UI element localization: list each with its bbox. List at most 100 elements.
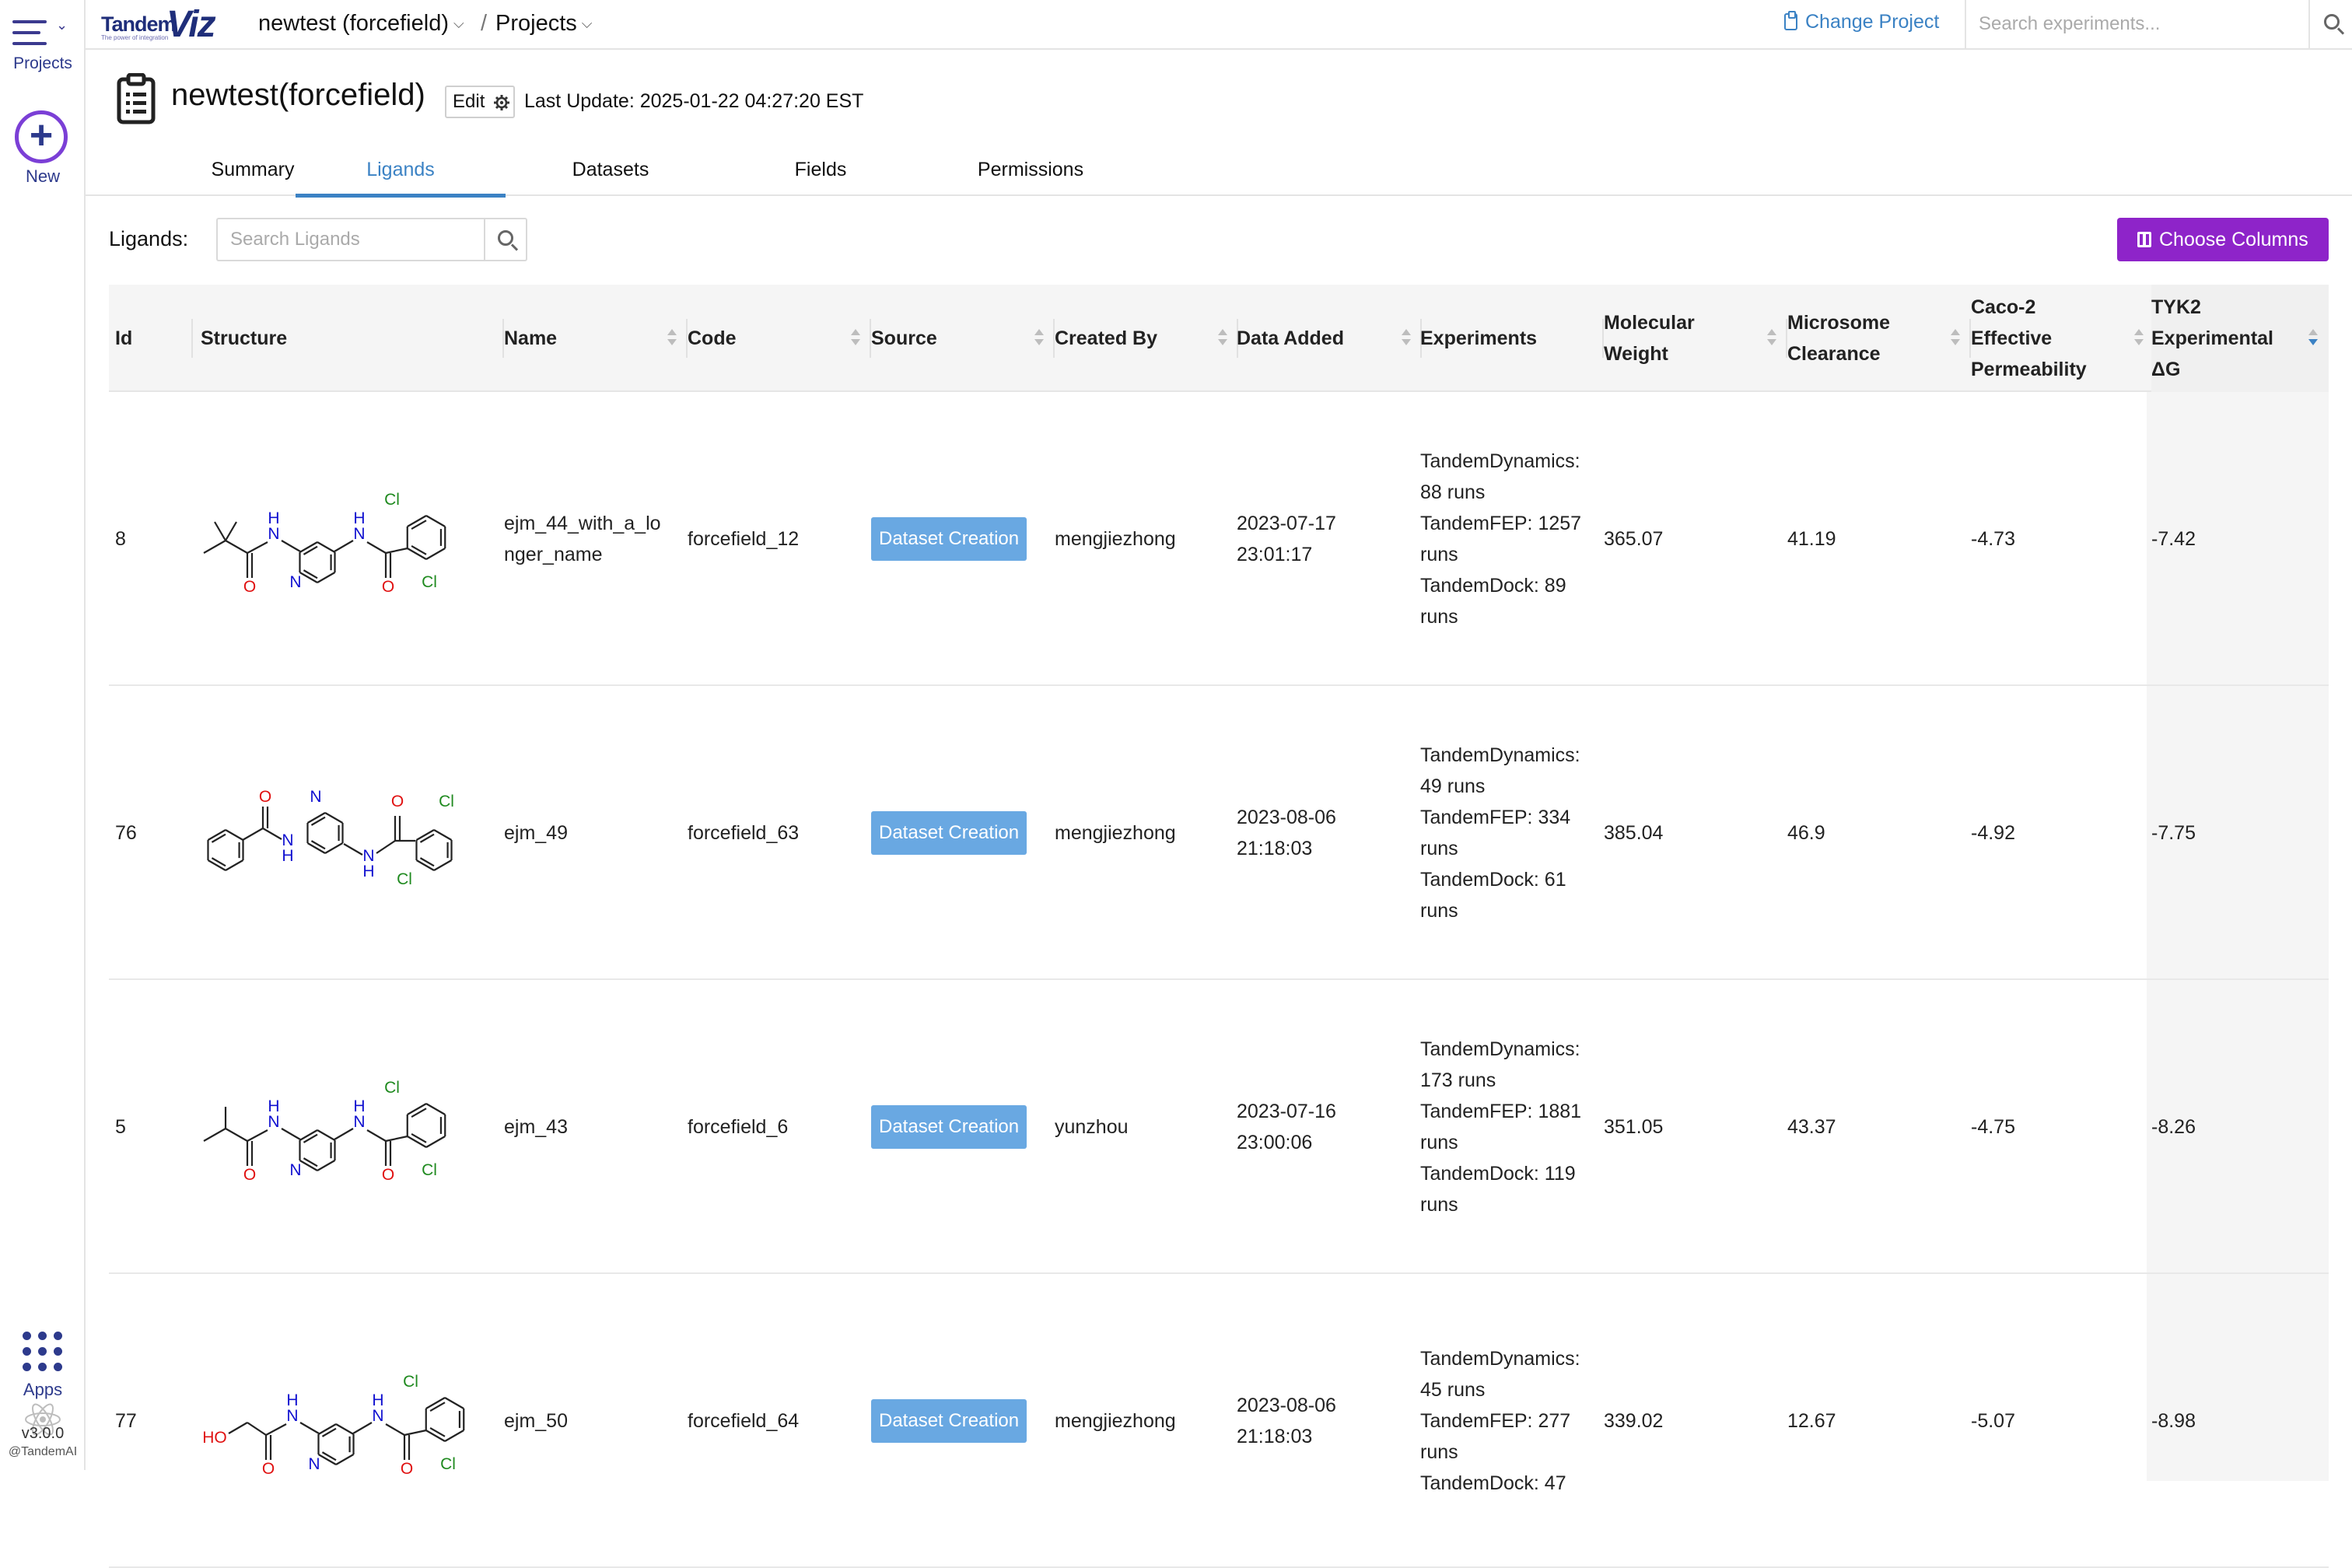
change-project-link[interactable]: Change Project — [1784, 11, 1939, 33]
clipboard-icon — [117, 73, 156, 124]
bond-line — [343, 843, 363, 856]
header-molecular-weight[interactable]: Molecular Weight — [1604, 285, 1787, 392]
molecule-structure[interactable]: ONHNNHOClCl — [201, 779, 473, 887]
choose-columns-button[interactable]: Choose Columns — [2117, 218, 2329, 261]
cell-source: Dataset Creation — [871, 980, 1055, 1274]
atom-label: N — [289, 573, 301, 591]
sort-icon[interactable] — [1951, 329, 1960, 348]
atom-label: O — [259, 788, 271, 806]
atom-label: N — [268, 525, 279, 543]
header-tyk-line1: TYK2 — [2151, 296, 2201, 318]
cell-experiments: TandemDynamics: 88 runs TandemFEP: 1257 … — [1420, 392, 1604, 686]
cell-created-by: mengjiezhong — [1055, 1274, 1238, 1568]
header-tyk-line3: ΔG — [2151, 359, 2181, 380]
experiment-search-button[interactable] — [2308, 0, 2352, 48]
header-mc-line2: Clearance — [1787, 343, 1881, 365]
header-name[interactable]: Name — [504, 285, 688, 392]
apps-label: Apps — [23, 1380, 63, 1399]
molecule-structure[interactable]: HOONHNNHOClCl — [201, 1367, 473, 1475]
molecule-structure[interactable]: ONHNNHOClCl — [201, 1073, 473, 1181]
sort-icon[interactable] — [667, 329, 677, 348]
cell-caco2: -4.75 — [1971, 980, 2154, 1274]
experiment-search-input[interactable] — [1966, 0, 2308, 48]
header-mc-line1: Microsome — [1787, 312, 1890, 334]
header-id-label: Id — [115, 327, 133, 349]
bond-line — [303, 1157, 318, 1167]
table-row[interactable]: 5 O N H N N H O Cl Cl ejm_43 forcefield_6 Datase… — [109, 980, 2329, 1274]
bond-line — [433, 829, 453, 841]
created-by-text: yunzhou — [1055, 1116, 1129, 1138]
mc-text: 46.9 — [1787, 822, 1825, 844]
ligands-label: Ligands: — [109, 227, 189, 250]
tab-fields[interactable]: Fields — [716, 159, 926, 196]
bond-line — [317, 1160, 336, 1171]
atom-label: O — [391, 793, 404, 810]
cell-tyk2-dg: -8.26 — [2151, 980, 2329, 1274]
tab-datasets[interactable]: Datasets — [506, 159, 716, 196]
atom-label: N — [353, 1113, 365, 1131]
ligand-search-button[interactable] — [484, 219, 527, 260]
experiment-search — [1965, 0, 2352, 48]
source-badge[interactable]: Dataset Creation — [871, 517, 1027, 561]
apps-button[interactable]: Apps — [0, 1327, 86, 1405]
breadcrumb-project[interactable]: newtest (forcefield) ⌵ — [258, 11, 464, 37]
tab-ligands[interactable]: Ligands — [296, 159, 506, 198]
header-caco2-permeability[interactable]: Caco-2 Effective Permeability — [1971, 285, 2154, 392]
source-badge[interactable]: Dataset Creation — [871, 1399, 1027, 1443]
cell-molecular-weight: 339.02 — [1604, 1274, 1787, 1568]
mw-text: 365.07 — [1604, 528, 1664, 550]
header-id[interactable]: Id — [115, 285, 193, 392]
bond-line — [366, 1129, 387, 1142]
tandemviz-logo[interactable]: Tandem Viz The power of integration — [101, 4, 241, 45]
ligand-search-input[interactable] — [218, 219, 482, 260]
date-text: 2023-07-17 — [1237, 513, 1336, 534]
sort-icon[interactable] — [1402, 329, 1411, 348]
bond-line — [419, 857, 435, 867]
header-created-by[interactable]: Created By — [1055, 285, 1238, 392]
sort-desc-icon[interactable] — [2308, 329, 2318, 348]
cell-microsome-clearance: 46.9 — [1787, 686, 1971, 980]
experiments-line: runs — [1420, 1441, 1458, 1463]
header-name-label: Name — [504, 327, 558, 349]
header-code[interactable]: Code — [688, 285, 871, 392]
time-text: 23:00:06 — [1237, 1132, 1313, 1153]
bond-line — [203, 540, 226, 554]
date-text: 2023-07-16 — [1237, 1101, 1336, 1122]
header-source[interactable]: Source — [871, 285, 1055, 392]
atom-label: O — [401, 1460, 413, 1475]
header-experiments[interactable]: Experiments — [1420, 285, 1604, 392]
sort-icon[interactable] — [1034, 329, 1044, 348]
header-structure[interactable]: Structure — [193, 285, 504, 392]
projects-menu-button[interactable]: ⌄ Projects — [0, 11, 86, 81]
mc-text: 43.37 — [1787, 1116, 1836, 1138]
source-badge[interactable]: Dataset Creation — [871, 811, 1027, 855]
table-row[interactable]: 76 O N H N N H O Cl Cl ejm_49 forcefield_63 Data… — [109, 686, 2329, 980]
cell-created-by: yunzhou — [1055, 980, 1238, 1274]
source-badge[interactable]: Dataset Creation — [871, 1105, 1027, 1149]
cell-experiments: TandemDynamics: 49 runs TandemFEP: 334 r… — [1420, 686, 1604, 980]
header-caco-line1: Caco-2 — [1971, 296, 2036, 318]
table-row[interactable]: 8 O N H N N H O Cl Cl ejm_44_with_a_lo nger_name … — [109, 392, 2329, 686]
experiments-line: TandemDock: 61 — [1420, 869, 1566, 891]
cell-molecular-weight: 385.04 — [1604, 686, 1787, 980]
header-tyk2-dg[interactable]: TYK2 Experimental ΔG — [2151, 285, 2329, 392]
experiments-line: 49 runs — [1420, 775, 1486, 797]
molecule-structure[interactable]: ONHNNHOClCl — [201, 485, 473, 593]
sort-icon[interactable] — [2134, 329, 2144, 348]
breadcrumb-projects[interactable]: Projects ⌵ — [495, 11, 592, 37]
logo-viz-text: Viz — [166, 4, 216, 45]
header-microsome-clearance[interactable]: Microsome Clearance — [1787, 285, 1971, 392]
bond-line — [425, 1136, 446, 1148]
new-button[interactable]: + New — [0, 107, 86, 193]
cell-caco2: -4.73 — [1971, 392, 2154, 686]
edit-button[interactable]: Edit — [445, 86, 515, 118]
sort-icon[interactable] — [851, 329, 860, 348]
header-data-added[interactable]: Data Added — [1237, 285, 1422, 392]
sort-icon[interactable] — [1218, 329, 1227, 348]
atom-label: H — [372, 1391, 383, 1409]
sort-icon[interactable] — [1767, 329, 1776, 348]
tab-permissions[interactable]: Permissions — [926, 159, 1136, 196]
table-row[interactable]: 77 HO O N H N N H O Cl Cl ejm_50 forcefield_64 Da… — [109, 1274, 2329, 1568]
bond-line — [425, 515, 446, 527]
bond-line — [425, 548, 446, 560]
